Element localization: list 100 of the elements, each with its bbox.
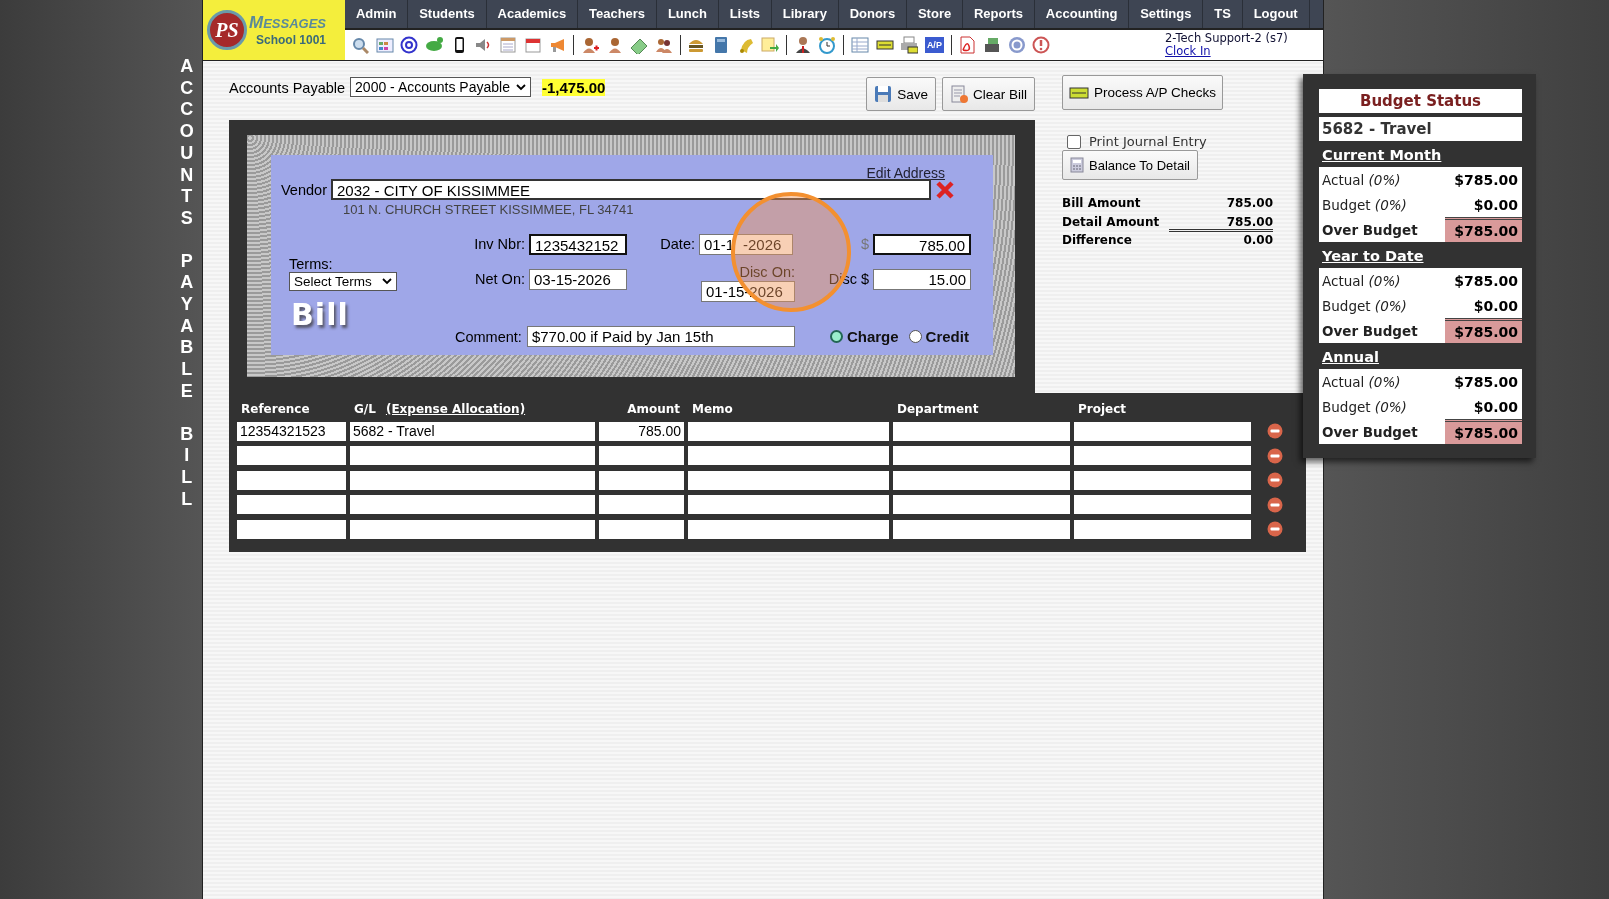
table-input[interactable] (893, 446, 1070, 466)
nav-menu-item[interactable]: Admin (345, 0, 409, 28)
edit-address-link[interactable]: Edit Address (866, 165, 945, 179)
remove-icon[interactable] (1267, 423, 1283, 440)
expense-allocation-link[interactable]: (Expense Allocation) (385, 402, 526, 416)
table-input[interactable] (893, 519, 1070, 539)
ap-icon[interactable]: A/P (924, 37, 944, 53)
table-input[interactable] (599, 470, 684, 490)
table-input[interactable] (350, 519, 595, 539)
caret-icon[interactable] (382, 278, 392, 285)
nav-menu-item[interactable]: Library (771, 0, 839, 28)
table-input[interactable] (688, 495, 889, 515)
remove-icon[interactable] (1267, 472, 1283, 489)
column-header: Department (896, 402, 980, 416)
table-input[interactable] (893, 470, 1070, 490)
table-input[interactable] (350, 470, 595, 490)
section-heading: Annual (1321, 348, 1380, 367)
caret-icon[interactable] (515, 83, 526, 91)
section-heading: Current Month (1321, 146, 1443, 165)
grid-icon[interactable] (375, 36, 394, 54)
nav-menu-item[interactable]: Reports (963, 0, 1035, 28)
table-input[interactable] (1074, 470, 1251, 490)
table-input[interactable] (893, 495, 1070, 515)
document-icon[interactable] (958, 36, 977, 54)
nav-menu-item[interactable]: Lunch (657, 0, 719, 28)
clock-in-link[interactable]: Clock In (1165, 45, 1288, 58)
table-input[interactable] (599, 519, 684, 539)
budget-title: Budget Status (1319, 89, 1522, 113)
table-input[interactable]: 5682 - Travel (350, 421, 595, 441)
nav-menu-item[interactable]: Logout (1242, 0, 1310, 28)
table-input[interactable] (599, 495, 684, 515)
net-on-date-field[interactable]: 03-15-2026 (529, 268, 627, 290)
budget-account: 5682 - Travel (1319, 117, 1522, 141)
budget-value: $785.00 (1454, 170, 1519, 190)
table-input[interactable] (237, 519, 346, 539)
calendar-icon[interactable] (523, 36, 542, 54)
clear-button[interactable]: Clear Bill (942, 77, 1035, 111)
table-input[interactable]: 785.00 (599, 421, 684, 441)
account-dropdown[interactable]: 2000 - Accounts Payable (350, 77, 531, 97)
table-input[interactable] (1074, 421, 1251, 441)
budget-value: $785.00 (1454, 271, 1519, 291)
nav-menu-item[interactable]: Students (408, 0, 487, 28)
invoice-number-field[interactable]: 1235432152 (529, 233, 627, 255)
discount-field[interactable]: 15.00 (873, 268, 971, 290)
search-icon[interactable] (351, 36, 369, 54)
nav-menu-item[interactable]: Teachers (578, 0, 657, 28)
radio-button[interactable] (908, 330, 922, 343)
person-icon[interactable] (793, 36, 812, 54)
remove-icon[interactable] (1267, 447, 1283, 464)
nav-menu-item[interactable]: Academics (486, 0, 579, 28)
table-input[interactable] (893, 421, 1070, 441)
book-icon[interactable] (712, 36, 730, 54)
save-button[interactable]: Save (866, 77, 936, 111)
table-input[interactable] (1074, 446, 1251, 466)
table-input[interactable] (1074, 495, 1251, 515)
total-label: Difference (1062, 233, 1132, 247)
total-label: Bill Amount (1062, 196, 1141, 210)
person-icon[interactable] (580, 36, 599, 54)
process-checks-button[interactable]: Process A/P Checks (1062, 75, 1224, 110)
budget-label: Budget (0%) (1321, 398, 1407, 415)
nav-menu-item[interactable]: Store (907, 0, 964, 28)
nav-menu-item[interactable]: Settings (1129, 0, 1204, 28)
nav-menu-item[interactable]: Accounting (1034, 0, 1130, 28)
table-input[interactable] (237, 495, 346, 515)
balance-to-detail-button[interactable]: Balance To Detail (1062, 150, 1198, 180)
chat-bubble-icon[interactable] (425, 36, 444, 54)
table-input[interactable] (350, 495, 595, 515)
radio-button[interactable] (829, 330, 843, 343)
field-label: Vendor (281, 181, 327, 198)
amount-field[interactable]: 785.00 (873, 233, 971, 255)
cash-register-icon[interactable] (982, 36, 1001, 54)
date-field[interactable]: 01-1 -2026 (699, 233, 793, 255)
vendor-field[interactable]: 2032 - CITY OF KISSIMMEE (330, 179, 931, 200)
close-icon[interactable] (934, 179, 955, 200)
checkbox[interactable] (1067, 134, 1081, 149)
table-input[interactable] (350, 446, 595, 466)
table-input[interactable] (237, 470, 346, 490)
printer-icon[interactable] (900, 36, 919, 54)
nav-menu-item[interactable]: TS (1203, 0, 1243, 28)
alarm-clock-icon[interactable] (818, 36, 837, 54)
total-value: 785.00 (1226, 196, 1273, 210)
alert-icon[interactable] (1032, 36, 1051, 54)
nav-menu-item[interactable]: Donors (838, 0, 908, 28)
table-input[interactable] (1074, 519, 1251, 539)
megaphone-icon[interactable] (548, 36, 567, 54)
table-input[interactable]: 12354321523 (237, 421, 346, 441)
table-input[interactable] (688, 421, 889, 441)
remove-icon[interactable] (1267, 521, 1283, 538)
nav-menu-item[interactable]: Lists (718, 0, 772, 28)
note-arrow-icon[interactable] (761, 36, 780, 54)
table-input[interactable] (688, 446, 889, 466)
table-input[interactable] (688, 470, 889, 490)
terms-dropdown[interactable]: Select Terms (289, 272, 397, 291)
comment-field[interactable]: $770.00 if Paid by Jan 15th (526, 326, 795, 347)
remove-icon[interactable] (1267, 496, 1283, 513)
table-input[interactable] (599, 446, 684, 466)
table-input[interactable] (688, 519, 889, 539)
field-label: Date: (659, 236, 695, 252)
table-input[interactable] (237, 446, 346, 466)
people-icon[interactable] (654, 36, 673, 54)
